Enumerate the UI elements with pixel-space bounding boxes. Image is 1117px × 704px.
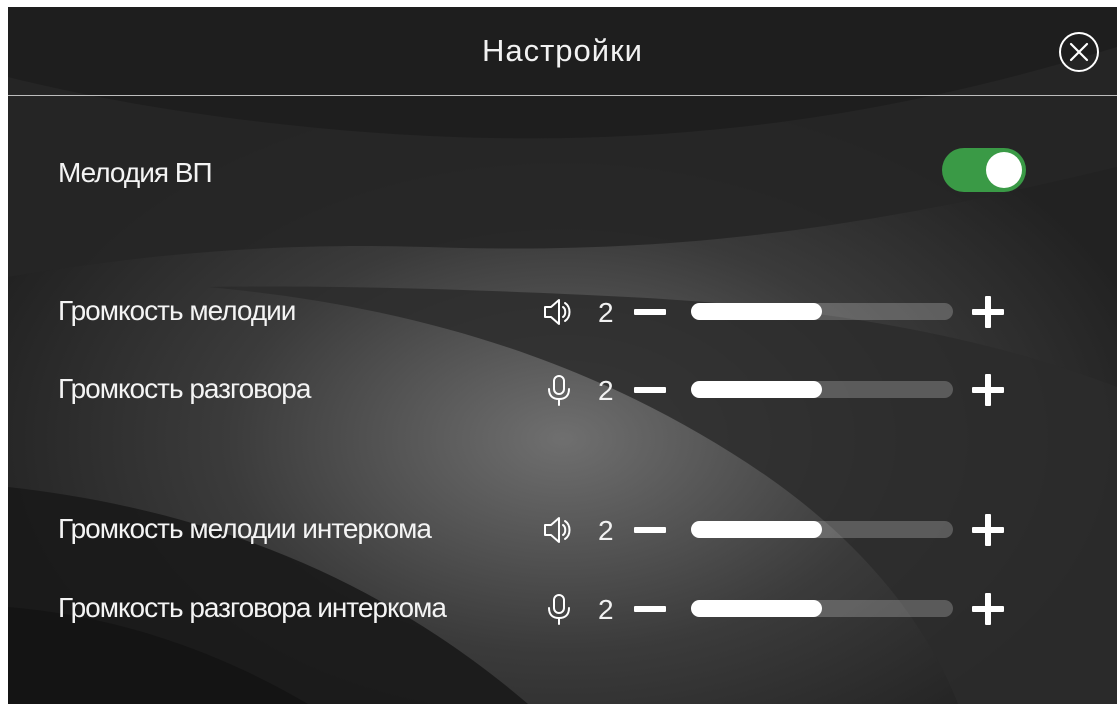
volume-row-intercom-talk: Громкость разговора интеркома 2: [8, 584, 1117, 634]
ringtone-label: Мелодия ВП: [58, 157, 213, 188]
settings-screen: Настройки Мелодия ВП Громкость мелодии 2…: [8, 7, 1117, 704]
slider-fill: [691, 303, 822, 320]
increase-button[interactable]: [970, 372, 1006, 408]
minus-icon: [634, 387, 666, 393]
minus-icon: [634, 606, 666, 612]
decrease-button[interactable]: [632, 373, 668, 407]
slider-fill: [691, 381, 822, 398]
speaker-icon: [544, 517, 571, 543]
toggle-knob: [986, 152, 1022, 188]
volume-row-intercom-ringtone: Громкость мелодии интеркома 2: [8, 505, 1117, 555]
volume-value: 2: [598, 375, 614, 406]
decrease-button[interactable]: [632, 295, 668, 329]
volume-slider[interactable]: [691, 303, 953, 320]
decrease-button[interactable]: [632, 513, 668, 547]
slider-fill: [691, 521, 822, 538]
slider-fill: [691, 600, 822, 617]
microphone-icon: [548, 375, 570, 406]
decrease-button[interactable]: [632, 592, 668, 626]
volume-value: 2: [598, 594, 614, 625]
volume-slider[interactable]: [691, 521, 953, 538]
microphone-icon: [548, 594, 570, 625]
increase-button[interactable]: [970, 591, 1006, 627]
volume-label: Громкость разговора: [58, 373, 311, 404]
volume-label: Громкость мелодии: [58, 295, 296, 326]
header-bar: Настройки: [8, 7, 1117, 96]
volume-row-talk: Громкость разговора 2: [8, 365, 1117, 415]
minus-icon: [634, 527, 666, 533]
volume-slider[interactable]: [691, 381, 953, 398]
page-title: Настройки: [481, 33, 643, 68]
volume-row-ringtone: Громкость мелодии 2: [8, 287, 1117, 337]
volume-value: 2: [598, 515, 614, 546]
increase-button[interactable]: [970, 294, 1006, 330]
speaker-icon: [544, 299, 571, 325]
volume-label: Громкость разговора интеркома: [58, 592, 447, 623]
volume-value: 2: [598, 297, 614, 328]
volume-label: Громкость мелодии интеркома: [58, 513, 432, 544]
minus-icon: [634, 309, 666, 315]
close-circle-icon: [1059, 32, 1099, 72]
close-button[interactable]: [1058, 31, 1100, 73]
ringtone-toggle[interactable]: [942, 148, 1026, 192]
increase-button[interactable]: [970, 512, 1006, 548]
volume-slider[interactable]: [691, 600, 953, 617]
